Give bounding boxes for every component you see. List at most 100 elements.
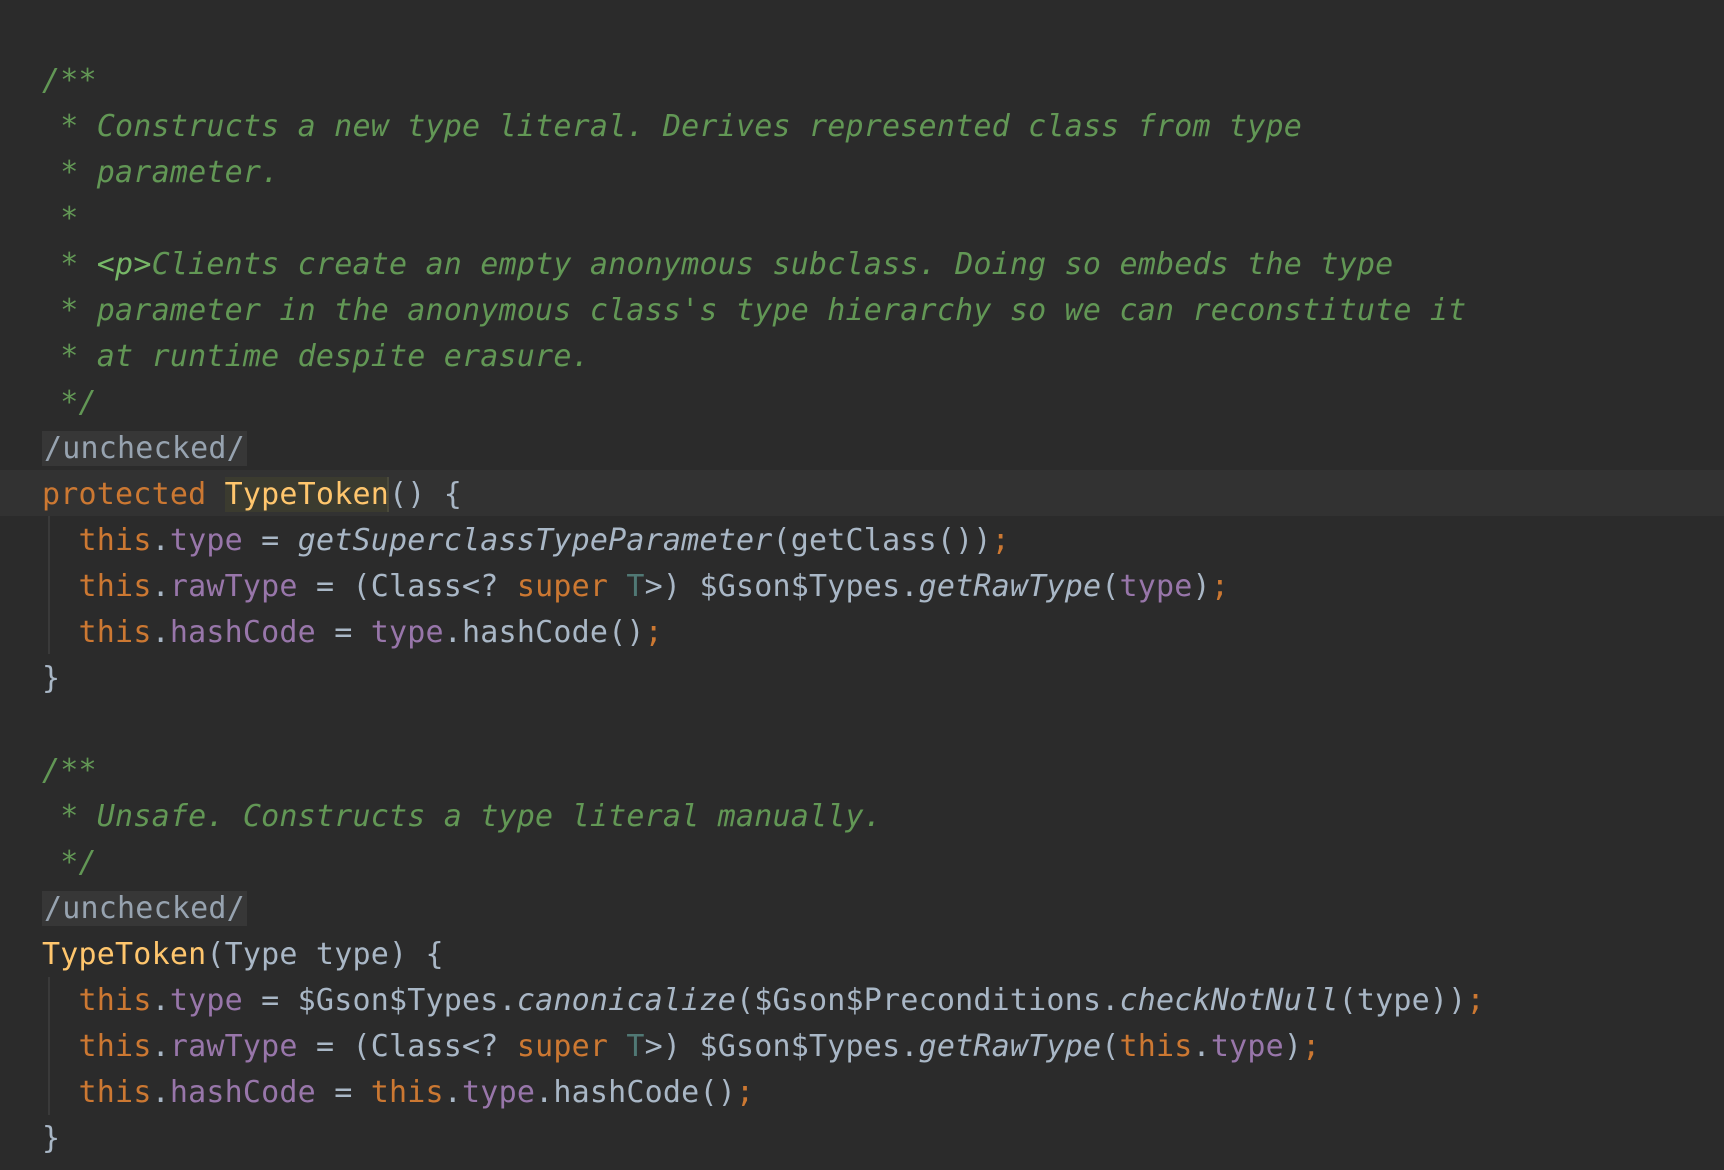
code-token: type xyxy=(169,523,243,558)
code-token: this xyxy=(1119,1029,1193,1064)
code-token: >) $Gson$Types. xyxy=(644,569,919,604)
code-token: * parameter in the anonymous class's typ… xyxy=(42,293,1467,328)
code-line[interactable]: protected TypeToken() { xyxy=(42,472,462,518)
code-token: * xyxy=(42,201,79,236)
code-line[interactable]: this.hashCode = type.hashCode(); xyxy=(42,610,663,656)
code-token: .hashCode() xyxy=(535,1075,736,1110)
code-token: = xyxy=(315,615,371,650)
code-token: type xyxy=(462,1075,536,1110)
code-token: . xyxy=(151,1075,170,1110)
code-line[interactable]: * at runtime despite erasure. xyxy=(42,334,590,380)
code-token: . xyxy=(151,569,170,604)
code-token: rawType xyxy=(169,1029,298,1064)
code-token: ; xyxy=(1302,1029,1321,1064)
code-line[interactable]: */ xyxy=(42,380,97,426)
code-line[interactable]: this.hashCode = this.type.hashCode(); xyxy=(42,1070,755,1116)
code-line[interactable]: /** xyxy=(42,58,97,104)
code-token: >) $Gson$Types. xyxy=(644,1029,919,1064)
code-token: ( xyxy=(1101,1029,1120,1064)
code-line[interactable]: /unchecked/ xyxy=(42,886,247,932)
code-token: . xyxy=(151,983,170,1018)
code-token: hashCode xyxy=(169,1075,316,1110)
code-line[interactable]: * parameter in the anonymous class's typ… xyxy=(42,288,1466,334)
code-token: type xyxy=(1210,1029,1284,1064)
code-line[interactable]: * parameter. xyxy=(42,150,279,196)
code-token: T xyxy=(626,1029,645,1064)
code-token: T xyxy=(626,569,645,604)
code-token: = xyxy=(315,1075,371,1110)
code-token: checkNotNull xyxy=(1119,983,1339,1018)
code-line[interactable]: * Unsafe. Constructs a type literal manu… xyxy=(42,794,882,840)
code-token: . xyxy=(151,615,170,650)
code-token: ) xyxy=(1283,1029,1303,1064)
code-token: (getClass()) xyxy=(772,523,992,558)
code-token: this xyxy=(78,569,152,604)
code-line[interactable]: * Constructs a new type literal. Derives… xyxy=(42,104,1302,150)
code-token: = (Class<? xyxy=(297,569,517,604)
code-line[interactable]: } xyxy=(42,1116,60,1162)
code-token: * Unsafe. Constructs a type literal manu… xyxy=(42,799,883,834)
code-token: .hashCode() xyxy=(443,615,645,650)
code-editor[interactable]: /** * Constructs a new type literal. Der… xyxy=(0,0,1724,1170)
code-token: ) xyxy=(1192,569,1211,604)
code-token: TypeToken xyxy=(42,937,207,972)
code-token: (type)) xyxy=(1338,983,1467,1018)
code-token: } xyxy=(42,1121,61,1156)
code-token: this xyxy=(78,983,152,1018)
code-token: */ xyxy=(42,385,97,420)
code-token: protected xyxy=(42,477,207,512)
code-line[interactable]: this.type = getSuperclassTypeParameter(g… xyxy=(42,518,1010,564)
code-token: ; xyxy=(991,523,1010,558)
code-token: type xyxy=(370,615,444,650)
code-token: ; xyxy=(735,1075,755,1110)
code-token: this xyxy=(78,1029,152,1064)
code-token: = (Class<? xyxy=(297,1029,517,1064)
code-token: * parameter. xyxy=(42,155,280,190)
code-token: (Type type) { xyxy=(206,937,444,972)
code-line[interactable]: /** xyxy=(42,748,97,794)
code-token: Clients create an empty anonymous subcla… xyxy=(151,247,1394,282)
code-token: . xyxy=(443,1075,463,1110)
code-token: ; xyxy=(1466,983,1485,1018)
code-line[interactable]: this.type = $Gson$Types.canonicalize($Gs… xyxy=(42,978,1485,1024)
code-token: type xyxy=(169,983,243,1018)
code-token: this xyxy=(78,1075,152,1110)
code-token: . xyxy=(151,523,170,558)
code-token: */ xyxy=(42,845,97,880)
code-token: <p> xyxy=(96,247,152,282)
code-token: ; xyxy=(1210,569,1230,604)
code-token: canonicalize xyxy=(516,983,736,1018)
code-line[interactable]: * xyxy=(42,196,79,242)
code-line[interactable]: * <p>Clients create an empty anonymous s… xyxy=(42,242,1393,288)
code-token: this xyxy=(370,1075,444,1110)
code-token: /unchecked/ xyxy=(42,431,247,466)
code-token: * at runtime despite erasure. xyxy=(42,339,590,374)
code-token: ($Gson$Preconditions. xyxy=(735,983,1120,1018)
code-line[interactable]: this. rawType = (Class<? super T>) $Gson$… xyxy=(42,1024,1321,1070)
code-token: getRawType xyxy=(918,1029,1102,1064)
code-token: type xyxy=(1119,569,1193,604)
code-token: = $Gson$Types. xyxy=(242,983,517,1018)
code-token: } xyxy=(42,661,61,696)
code-token: getSuperclassTypeParameter xyxy=(297,523,773,558)
code-line[interactable]: */ xyxy=(42,840,97,886)
code-token: this xyxy=(78,615,152,650)
code-line[interactable]: /unchecked/ xyxy=(42,426,247,472)
code-token: super xyxy=(516,569,609,604)
code-token: super xyxy=(516,1029,609,1064)
code-token: . xyxy=(1192,1029,1211,1064)
code-token: ; xyxy=(644,615,663,650)
code-token: * xyxy=(42,247,97,282)
code-line[interactable]: TypeToken(Type type) { xyxy=(42,932,444,978)
code-token: /unchecked/ xyxy=(42,891,247,926)
code-token: * Constructs a new type literal. Derives… xyxy=(42,109,1303,144)
code-line[interactable]: this.rawType = (Class<? super T>) $Gson$… xyxy=(42,564,1229,610)
code-line[interactable]: } xyxy=(42,656,60,702)
